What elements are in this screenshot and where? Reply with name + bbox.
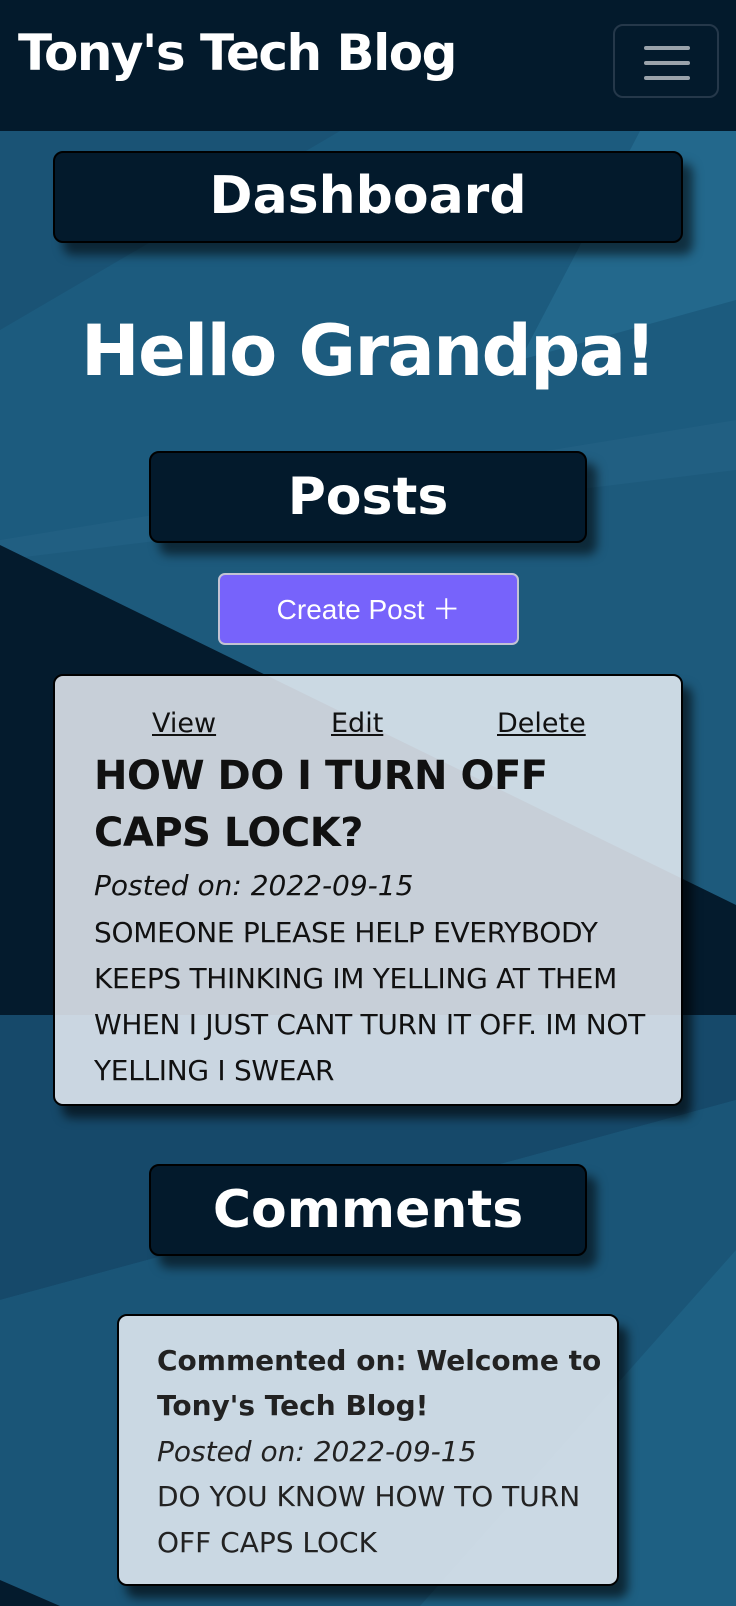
post-card: View Edit Delete HOW DO I TURN OFF CAPS …	[53, 674, 683, 1106]
greeting-heading: Hello Grandpa!	[81, 310, 656, 392]
edit-post-link[interactable]: Edit	[331, 708, 383, 739]
post-title: HOW DO I TURN OFF CAPS LOCK?	[94, 753, 548, 856]
create-post-button[interactable]: Create Post ＋	[218, 573, 519, 645]
navbar-toggler-button[interactable]	[613, 24, 719, 98]
hamburger-menu-icon-line	[644, 76, 690, 80]
comments-heading: Comments	[149, 1164, 587, 1256]
view-post-link[interactable]: View	[152, 708, 216, 739]
hamburger-menu-icon-line	[644, 61, 690, 65]
post-body: SOMEONE PLEASE HELP EVERYBODY KEEPS THIN…	[94, 916, 645, 1087]
comment-card: Commented on: Welcome to Tony's Tech Blo…	[117, 1314, 619, 1586]
delete-post-link[interactable]: Delete	[497, 708, 586, 739]
comment-title: Commented on: Welcome to Tony's Tech Blo…	[157, 1344, 602, 1422]
post-date: Posted on: 2022-09-15	[94, 869, 414, 902]
posts-heading: Posts	[149, 451, 587, 543]
hamburger-menu-icon	[644, 46, 690, 50]
site-brand-link[interactable]: Tony's Tech Blog	[18, 28, 457, 78]
dashboard-heading: Dashboard	[53, 151, 683, 243]
top-navbar: Tony's Tech Blog	[0, 0, 736, 131]
comment-date: Posted on: 2022-09-15	[157, 1435, 477, 1468]
comment-body: DO YOU KNOW HOW TO TURN OFF CAPS LOCK	[157, 1480, 581, 1559]
